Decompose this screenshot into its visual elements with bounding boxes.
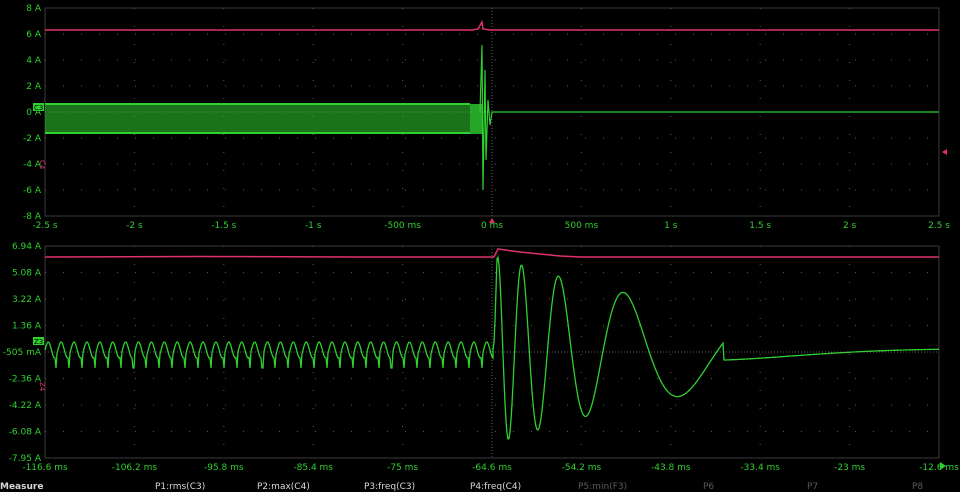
x-tick-label: -2 s bbox=[126, 221, 143, 231]
y-tick-label: 5.08 A bbox=[12, 269, 42, 279]
x-tick-label: -1.5 s bbox=[211, 221, 236, 231]
x-tick-label: -500 ms bbox=[384, 221, 421, 231]
y-tick-label: 2 A bbox=[26, 82, 42, 92]
y-tick-label: 8 A bbox=[26, 4, 42, 14]
x-tick-label: -43.8 ms bbox=[651, 463, 691, 473]
x-tick-label: -95.8 ms bbox=[204, 463, 244, 473]
c3-marker-label: C3 bbox=[34, 104, 43, 112]
y-tick-label: 1.36 A bbox=[12, 322, 42, 332]
y-tick-label: -4.22 A bbox=[9, 401, 42, 411]
x-tick-label: 1.5 s bbox=[749, 221, 771, 231]
c3-band-edge-top bbox=[45, 103, 470, 105]
y-tick-label: 6.94 A bbox=[12, 242, 42, 252]
c3-band bbox=[45, 104, 470, 134]
x-tick-label: -85.4 ms bbox=[293, 463, 333, 473]
x-tick-label: -75 ms bbox=[387, 463, 418, 473]
y-tick-label: 4 A bbox=[26, 56, 42, 66]
x-tick-label: 500 ms bbox=[565, 221, 599, 231]
y-tick-label: -2.36 A bbox=[9, 375, 42, 385]
z4-marker-label[interactable]: Z4 bbox=[38, 382, 46, 392]
c4-marker-label[interactable]: C4 bbox=[38, 160, 46, 170]
x-tick-label: -33.4 ms bbox=[740, 463, 780, 473]
x-tick-label: -1 s bbox=[305, 221, 322, 231]
x-tick-label: -23 ms bbox=[834, 463, 865, 473]
x-tick-label: -116.6 ms bbox=[22, 463, 68, 473]
x-tick-label: 1 s bbox=[664, 221, 678, 231]
oscilloscope-display: 8 A6 A4 A2 A0 A-2 A-4 A-6 A-8 A -2.5 s -2… bbox=[0, 0, 960, 491]
x-tick-label: -2.5 s bbox=[32, 221, 57, 231]
measure-bar[interactable]: Measure P1:rms(C3) P2:max(C4) P3:freq(C3… bbox=[0, 481, 960, 492]
y-tick-label: 3.22 A bbox=[12, 295, 42, 305]
x-tick-label: -64.6 ms bbox=[472, 463, 512, 473]
x-tick-label: -54.2 ms bbox=[562, 463, 602, 473]
x-tick-label: -106.2 ms bbox=[112, 463, 158, 473]
x-tick-label: 2.5 s bbox=[928, 221, 950, 231]
top-y-axis: 8 A6 A4 A2 A0 A-2 A-4 A-6 A-8 A bbox=[23, 4, 42, 222]
y-tick-label: 6 A bbox=[26, 30, 42, 40]
y-tick-label: -6.08 A bbox=[9, 428, 42, 438]
x-tick-label: 2 s bbox=[843, 221, 857, 231]
c3-band-edge-bottom bbox=[45, 132, 470, 134]
z3-marker-label: Z3 bbox=[34, 338, 43, 346]
x-tick-label: -12.6 ms bbox=[919, 463, 959, 473]
y-tick-label: -2 A bbox=[23, 134, 42, 144]
y-tick-label: -6 A bbox=[23, 186, 42, 196]
y-tick-label: -505 mA bbox=[3, 348, 42, 358]
